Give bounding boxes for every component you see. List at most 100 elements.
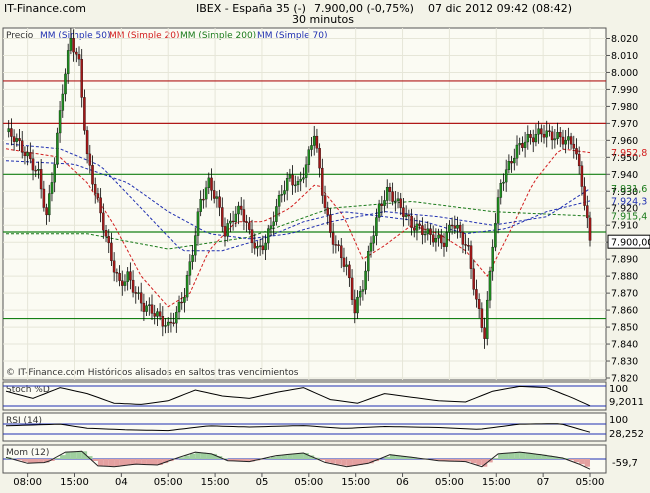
candle-body bbox=[329, 215, 331, 233]
x-tick-label: 05:00 bbox=[435, 477, 464, 488]
candle-body bbox=[64, 74, 66, 94]
candle-body bbox=[8, 129, 10, 132]
candle-body bbox=[178, 302, 180, 312]
candle-body bbox=[135, 292, 137, 293]
candle-body bbox=[164, 325, 166, 326]
x-tick-label: 07 bbox=[537, 477, 550, 488]
candle-body bbox=[340, 246, 342, 258]
y-tick-label: 7.980 bbox=[611, 102, 638, 113]
candle-body bbox=[324, 196, 326, 208]
candle-body bbox=[354, 300, 356, 313]
candle-body bbox=[381, 204, 383, 206]
candle-body bbox=[210, 178, 212, 191]
candle-body bbox=[48, 194, 50, 215]
candle-body bbox=[565, 140, 567, 144]
candle-body bbox=[167, 322, 169, 325]
candle-body bbox=[16, 138, 18, 141]
candle-body bbox=[397, 199, 399, 201]
candle-body bbox=[159, 312, 161, 317]
candle-body bbox=[332, 233, 334, 245]
candle-body bbox=[392, 192, 394, 202]
mom-area-bar bbox=[493, 458, 498, 459]
candle-body bbox=[570, 137, 572, 145]
y-tick-label: 7.860 bbox=[611, 306, 638, 317]
candle-body bbox=[56, 133, 58, 164]
candle-body bbox=[575, 148, 577, 154]
candle-body bbox=[265, 243, 267, 250]
candle-body bbox=[484, 328, 486, 339]
mom-area-bar bbox=[504, 453, 509, 459]
mom-area-bar bbox=[282, 455, 287, 459]
candle-body bbox=[365, 271, 367, 290]
candle-body bbox=[554, 139, 556, 140]
candle-body bbox=[170, 322, 172, 323]
candle-body bbox=[335, 244, 337, 245]
candle-body bbox=[305, 165, 307, 178]
y-axis-ticks: 8.0208.0108.0007.9907.9807.9707.9607.950… bbox=[606, 34, 638, 385]
candle-body bbox=[197, 212, 199, 236]
candle-body bbox=[73, 38, 75, 52]
stoch-tick-100: 100 bbox=[609, 384, 628, 395]
y-tick-label: 7.850 bbox=[611, 323, 638, 334]
candle-body bbox=[248, 223, 250, 230]
candle-body bbox=[246, 222, 248, 223]
mom-area-bar bbox=[147, 459, 152, 465]
candle-body bbox=[505, 170, 507, 182]
candle-body bbox=[224, 226, 226, 236]
candle-body bbox=[532, 138, 534, 142]
candle-body bbox=[186, 275, 188, 297]
candle-body bbox=[319, 148, 321, 168]
candle-body bbox=[94, 184, 96, 193]
candle-body bbox=[108, 236, 110, 243]
legend-ma50: MM (Simple 50) bbox=[40, 31, 110, 41]
candle-body bbox=[459, 225, 461, 232]
candle-body bbox=[584, 187, 586, 206]
y-tick-label: 7.890 bbox=[611, 255, 638, 266]
candle-body bbox=[286, 178, 288, 190]
candle-body bbox=[492, 247, 494, 271]
candle-body bbox=[29, 152, 31, 158]
candle-body bbox=[516, 145, 518, 158]
candle-body bbox=[467, 245, 469, 246]
candle-body bbox=[310, 145, 312, 149]
candle-body bbox=[378, 204, 380, 218]
candle-body bbox=[429, 229, 431, 235]
rsi-tick-100: 100 bbox=[609, 415, 628, 426]
stoch-value-label: 9,2011 bbox=[609, 397, 644, 408]
candle-body bbox=[102, 213, 104, 230]
candle-body bbox=[405, 215, 407, 217]
candle-body bbox=[462, 232, 464, 244]
y-tick-label: 7.870 bbox=[611, 289, 638, 300]
candle-body bbox=[221, 208, 223, 227]
candle-body bbox=[400, 199, 402, 208]
candle-body bbox=[89, 154, 91, 165]
x-tick-label: 04 bbox=[115, 477, 128, 488]
mom-area-bar bbox=[141, 459, 146, 464]
candle-body bbox=[513, 158, 515, 163]
candle-body bbox=[54, 164, 56, 182]
candle-body bbox=[432, 235, 434, 243]
candle-body bbox=[424, 234, 426, 235]
candle-body bbox=[416, 224, 418, 231]
candle-body bbox=[524, 142, 526, 148]
candle-body bbox=[194, 236, 196, 256]
candle-body bbox=[394, 201, 396, 202]
candle-body bbox=[283, 191, 285, 195]
mom-area-bar bbox=[76, 452, 81, 459]
x-tick-label: 05:00 bbox=[154, 477, 183, 488]
legend-ma200: MM (Simple 200) bbox=[180, 31, 256, 41]
candle-body bbox=[589, 218, 591, 241]
mom-area-bar bbox=[293, 454, 298, 459]
x-tick-label: 05 bbox=[256, 477, 269, 488]
candle-body bbox=[502, 182, 504, 183]
candle-body bbox=[435, 238, 437, 242]
candle-body bbox=[478, 299, 480, 309]
candle-body bbox=[256, 246, 258, 248]
mom-area-bar bbox=[184, 456, 189, 459]
right-value-label: 7.931,6 bbox=[611, 184, 647, 195]
candle-body bbox=[192, 255, 194, 262]
candle-body bbox=[386, 187, 388, 200]
mom-area-bar bbox=[195, 452, 200, 459]
candle-body bbox=[129, 272, 131, 281]
x-tick-label: 05:00 bbox=[294, 477, 323, 488]
